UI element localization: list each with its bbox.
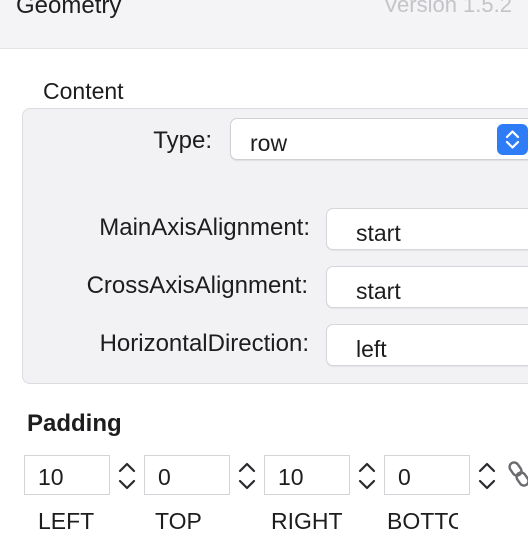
padding-right-value: 10 <box>278 464 304 490</box>
padding-bottom-label: BOTTOM <box>387 508 458 534</box>
cross-axis-alignment-value: start <box>356 278 401 304</box>
stepper-up-icon <box>118 462 136 473</box>
type-label: Type: <box>153 127 212 154</box>
stepper-down-icon <box>238 479 256 490</box>
horizontal-direction-select[interactable]: left <box>326 324 528 366</box>
panel-header: Geometry Version 1.5.2 <box>0 0 528 49</box>
main-axis-alignment-label: MainAxisAlignment: <box>99 214 310 241</box>
padding-bottom-value: 0 <box>398 464 411 490</box>
padding-top-value: 0 <box>158 464 171 490</box>
padding-left-stepper[interactable] <box>113 457 141 495</box>
padding-right-label: RIGHT <box>271 508 343 534</box>
stepper-down-icon <box>358 479 376 490</box>
popup-stepper-icon <box>497 124 528 155</box>
padding-title: Padding <box>27 410 122 437</box>
link-icon[interactable] <box>508 460 528 488</box>
padding-left-input[interactable]: 10 <box>24 455 110 495</box>
padding-top-input[interactable]: 0 <box>144 455 230 495</box>
stepper-up-icon <box>358 462 376 473</box>
padding-right-input[interactable]: 10 <box>264 455 350 495</box>
padding-top-label: TOP <box>155 508 202 534</box>
padding-right-stepper[interactable] <box>353 457 381 495</box>
stepper-down-icon <box>478 479 496 490</box>
content-section-label: Content <box>43 78 124 104</box>
panel-title: Geometry <box>16 0 122 19</box>
horizontal-direction-value: left <box>356 336 387 362</box>
version-label: Version 1.5.2 <box>383 0 512 17</box>
main-axis-alignment-value: start <box>356 220 401 246</box>
horizontal-direction-label: HorizontalDirection: <box>99 330 309 357</box>
type-select[interactable]: row <box>230 118 528 160</box>
padding-left-value: 10 <box>38 464 64 490</box>
stepper-down-icon <box>118 479 136 490</box>
padding-top-stepper[interactable] <box>233 457 261 495</box>
cross-axis-alignment-select[interactable]: start <box>326 266 528 308</box>
stepper-up-icon <box>478 462 496 473</box>
padding-bottom-input[interactable]: 0 <box>384 455 470 495</box>
stepper-up-icon <box>238 462 256 473</box>
main-axis-alignment-select[interactable]: start <box>326 208 528 250</box>
padding-left-label: LEFT <box>38 508 95 534</box>
type-select-value: row <box>250 130 288 156</box>
padding-bottom-stepper[interactable] <box>473 457 501 495</box>
cross-axis-alignment-label: CrossAxisAlignment: <box>86 272 308 299</box>
